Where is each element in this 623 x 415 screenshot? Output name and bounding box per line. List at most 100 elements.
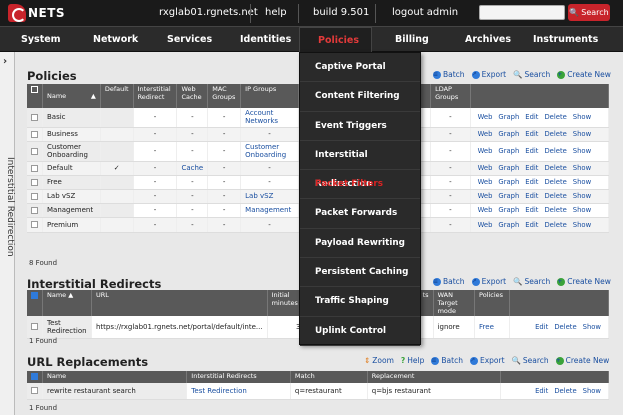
graph-link[interactable]: Graph (498, 178, 519, 186)
show-link[interactable]: Show (573, 113, 591, 121)
show-link[interactable]: Show (573, 130, 591, 138)
row-select[interactable] (27, 217, 43, 233)
col-redirect[interactable]: Interstitial Redirect (133, 84, 178, 108)
batch-button[interactable]: ≡ Batch (431, 356, 463, 365)
select-all-header[interactable] (27, 371, 43, 383)
show-link[interactable]: Show (583, 387, 601, 395)
nav-identities[interactable]: Identities (240, 27, 291, 52)
edit-link[interactable]: Edit (525, 113, 538, 121)
nav-billing[interactable]: Billing (395, 27, 429, 52)
nav-services[interactable]: Services (167, 27, 212, 52)
menu-item-content-filtering[interactable]: Content Filtering (300, 82, 420, 112)
graph-link[interactable]: Graph (498, 221, 519, 229)
row-select[interactable] (27, 189, 43, 204)
delete-link[interactable]: Delete (544, 206, 566, 214)
col-web-cache[interactable]: Web Cache (176, 84, 209, 108)
nav-policies[interactable]: Policies (299, 27, 372, 52)
graph-link[interactable]: Graph (498, 192, 519, 200)
menu-item-uplink-control[interactable]: Uplink Control (300, 317, 420, 346)
row-checkbox[interactable] (31, 323, 38, 331)
web-link[interactable]: Web (478, 221, 493, 229)
col-ldap-groups[interactable]: LDAP Groups (430, 84, 471, 108)
col-replacement[interactable]: Replacement (367, 371, 502, 383)
row-checkbox[interactable] (31, 164, 38, 172)
col-policies[interactable]: Policies (474, 290, 510, 316)
delete-link[interactable]: Delete (544, 130, 566, 138)
col-name[interactable]: Name (42, 371, 188, 383)
col-wan-target[interactable]: WAN Target mode (433, 290, 476, 316)
delete-link[interactable]: Delete (554, 323, 576, 331)
row-checkbox[interactable] (31, 178, 38, 186)
show-link[interactable]: Show (573, 206, 591, 214)
search-input[interactable] (479, 5, 565, 20)
zoom-button[interactable]: ⇕ Zoom (364, 356, 394, 365)
row-checkbox[interactable] (31, 387, 38, 395)
row-select[interactable] (27, 161, 43, 176)
col-interstitial-redirects[interactable]: Interstitial Redirects (186, 371, 291, 383)
show-link[interactable]: Show (573, 178, 591, 186)
table-row[interactable]: rewrite restaurant search Test Redirectio… (27, 383, 609, 400)
logout-link[interactable]: logout admin (392, 7, 458, 18)
row-checkbox[interactable] (31, 113, 38, 121)
edit-link[interactable]: Edit (525, 221, 538, 229)
delete-link[interactable]: Delete (544, 178, 566, 186)
row-checkbox[interactable] (31, 130, 38, 138)
nav-archives[interactable]: Archives (465, 27, 511, 52)
menu-item-traffic-shaping[interactable]: Traffic Shaping (300, 287, 420, 317)
row-select[interactable] (27, 316, 43, 339)
web-link[interactable]: Web (478, 113, 493, 121)
select-all-checkbox[interactable] (31, 291, 38, 299)
search-button[interactable]: 🔍 Search (513, 277, 550, 286)
select-all-checkbox[interactable] (31, 85, 38, 93)
search-button[interactable]: 🔍 Search (512, 356, 549, 365)
select-all-header[interactable] (27, 290, 43, 316)
delete-link[interactable]: Delete (544, 221, 566, 229)
web-cache-link[interactable]: Cache (181, 164, 203, 172)
menu-item-packet-forwards[interactable]: Packet Forwards (300, 199, 420, 229)
sidebar-label[interactable]: Interstitial Redirection (5, 157, 15, 257)
web-link[interactable]: Web (478, 164, 493, 172)
ip-group-link[interactable]: Account Networks (245, 109, 278, 125)
ip-group-link[interactable]: Management (245, 206, 291, 214)
delete-link[interactable]: Delete (544, 192, 566, 200)
show-link[interactable]: Show (573, 192, 591, 200)
edit-link[interactable]: Edit (525, 192, 538, 200)
help-link[interactable]: help (265, 7, 287, 18)
col-name[interactable]: Name ▲ (42, 290, 92, 316)
edit-link[interactable]: Edit (535, 323, 548, 331)
search-button[interactable]: 🔍 Search (513, 70, 550, 79)
graph-link[interactable]: Graph (498, 147, 519, 155)
col-ip-groups[interactable]: IP Groups (240, 84, 299, 108)
create-new-button[interactable]: + Create New (555, 356, 609, 365)
col-match[interactable]: Match (290, 371, 368, 383)
policy-link[interactable]: Free (479, 323, 494, 331)
export-button[interactable]: ↗ Export (471, 277, 506, 286)
redirect-link[interactable]: Test Redirection (191, 387, 247, 395)
graph-link[interactable]: Graph (498, 113, 519, 121)
edit-link[interactable]: Edit (525, 178, 538, 186)
menu-item-event-triggers[interactable]: Event Triggers (300, 112, 420, 141)
menu-item-payload-rewriting[interactable]: Payload Rewriting (300, 229, 420, 259)
select-all-header[interactable] (27, 84, 43, 108)
export-button[interactable]: ↗ Export (469, 356, 505, 365)
batch-button[interactable]: ≡ Batch (433, 277, 465, 286)
ip-group-link[interactable]: Customer Onboarding (245, 143, 286, 159)
web-link[interactable]: Web (478, 147, 493, 155)
row-select[interactable] (27, 175, 43, 190)
nav-network[interactable]: Network (93, 27, 138, 52)
web-link[interactable]: Web (478, 130, 493, 138)
graph-link[interactable]: Graph (498, 130, 519, 138)
help-button[interactable]: ? Help (401, 356, 424, 365)
logo[interactable]: NETS (8, 4, 65, 22)
create-new-button[interactable]: + Create New (557, 70, 611, 79)
menu-item-persistent-caching[interactable]: Persistent Caching (300, 258, 420, 288)
row-select[interactable] (27, 127, 43, 142)
search-button[interactable]: 🔍 Search (568, 4, 610, 21)
menu-item-packet-filters[interactable]: Packet Filters (300, 170, 420, 200)
show-link[interactable]: Show (583, 323, 601, 331)
create-new-button[interactable]: + Create New (557, 277, 611, 286)
edit-link[interactable]: Edit (525, 130, 538, 138)
row-checkbox[interactable] (31, 221, 38, 228)
delete-link[interactable]: Delete (544, 164, 566, 172)
select-all-checkbox[interactable] (31, 372, 38, 380)
